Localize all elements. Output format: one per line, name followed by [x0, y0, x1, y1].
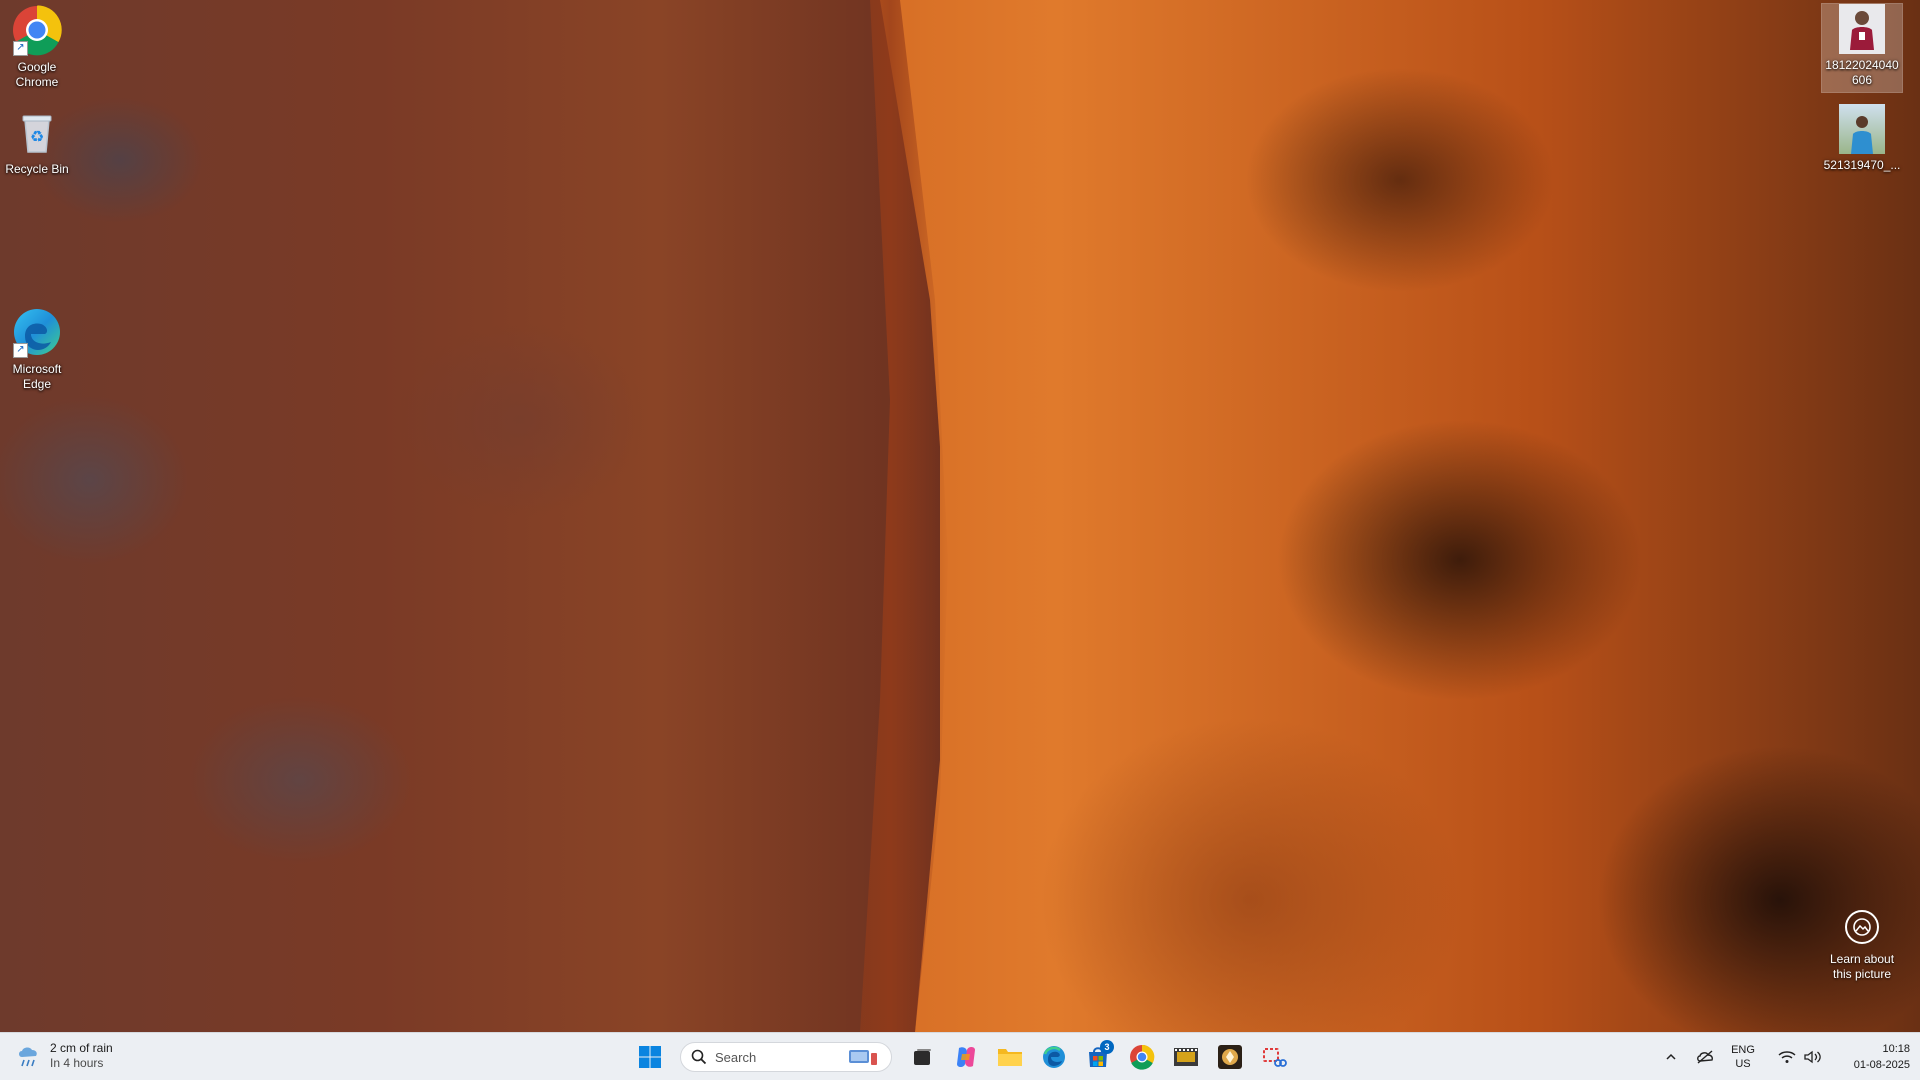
shortcut-arrow-icon: ↗ [13, 343, 28, 358]
lang-bottom: US [1735, 1058, 1751, 1070]
file-explorer-button[interactable] [992, 1039, 1028, 1075]
store-notification-badge: 3 [1100, 1040, 1114, 1054]
wallpaper-left-terrain [0, 0, 940, 1032]
task-view-button[interactable] [904, 1039, 940, 1075]
copilot-icon [957, 1047, 975, 1067]
edge-icon [1043, 1046, 1065, 1068]
edge-icon: ↗ [11, 306, 63, 358]
chrome-icon: ↗ [11, 4, 63, 56]
game-app-button[interactable] [1212, 1039, 1248, 1075]
quick-settings-button[interactable] [1768, 1041, 1832, 1073]
chrome-icon [1130, 1044, 1155, 1070]
onedrive-offline-icon [1697, 1050, 1713, 1064]
desktop-icon-label: Google Chrome [15, 60, 59, 89]
desktop-icon-photo-521319470[interactable]: 521319470_... [1822, 104, 1902, 173]
system-tray: ENG US 10:18 01-08-2025 [1658, 1033, 1910, 1080]
desktop-icon-label: Microsoft Edge [12, 362, 62, 391]
weather-title: 2 cm of rain [50, 1041, 113, 1055]
recycle-bin-icon: ♻ [11, 106, 63, 158]
clock-date-text: 01-08-2025 [1853, 1059, 1910, 1071]
clock-date[interactable]: 10:18 01-08-2025 [1840, 1041, 1910, 1073]
desktop-icon-label: 18122024040606 [1825, 58, 1899, 87]
input-language-indicator[interactable]: ENG US [1726, 1043, 1760, 1071]
clock-time: 10:18 [1882, 1043, 1910, 1055]
copilot-button[interactable] [948, 1039, 984, 1075]
snipping-tool-button[interactable] [1256, 1039, 1292, 1075]
show-hidden-icons-button[interactable] [1658, 1041, 1684, 1073]
video-editor-button[interactable] [1168, 1039, 1204, 1075]
onedrive-status-button[interactable] [1692, 1041, 1718, 1073]
lang-top: ENG [1731, 1044, 1755, 1056]
snipping-tool-icon [1263, 1048, 1287, 1067]
image-thumbnail-icon [1839, 4, 1885, 54]
weather-subtitle: In 4 hours [50, 1056, 104, 1070]
volume-icon [1804, 1050, 1821, 1064]
chrome-taskbar-button[interactable] [1124, 1039, 1160, 1075]
spotlight-icon [1845, 910, 1879, 944]
desktop-icon-microsoft-edge[interactable]: ↗ Microsoft Edge [0, 306, 77, 392]
desktop-icon-photo-18122024040606[interactable]: 18122024040606 [1821, 3, 1903, 93]
desktop-icon-google-chrome[interactable]: ↗ Google Chrome [0, 4, 77, 90]
rain-cloud-icon [19, 1047, 37, 1067]
windows-logo-icon [639, 1046, 661, 1068]
taskbar-app-area: Search 3 [632, 1039, 1292, 1075]
search-placeholder: Search [715, 1049, 757, 1065]
image-thumbnail-icon [1839, 104, 1885, 154]
wifi-icon [1778, 1051, 1796, 1063]
chevron-up-icon [1666, 1053, 1676, 1060]
learn-line1: Learn about [1829, 952, 1895, 966]
folder-icon [998, 1049, 1022, 1066]
learn-line2: this picture [1832, 967, 1892, 981]
taskbar: 2 cm of rain In 4 hours Search 3 ENG US … [0, 1032, 1920, 1080]
microsoft-store-button[interactable]: 3 [1080, 1039, 1116, 1075]
svg-text:♻: ♻ [30, 127, 44, 146]
desktop-icon-recycle-bin[interactable]: ♻ Recycle Bin [0, 106, 77, 177]
search-highlight-icon [849, 1050, 877, 1065]
taskbar-search-box[interactable]: Search [680, 1042, 892, 1072]
shortcut-arrow-icon: ↗ [13, 41, 28, 56]
game-app-icon [1218, 1045, 1242, 1069]
learn-about-picture[interactable]: Learn about this picture [1820, 910, 1904, 982]
start-button[interactable] [632, 1039, 668, 1075]
film-strip-icon [1174, 1048, 1198, 1066]
task-view-icon [914, 1049, 931, 1065]
weather-widget[interactable]: 2 cm of rain In 4 hours [14, 1041, 113, 1071]
desktop-icon-label: 521319470_... [1823, 158, 1901, 172]
desktop-wallpaper [0, 0, 1920, 1032]
search-icon [691, 1049, 707, 1065]
desktop-icon-label: Recycle Bin [5, 162, 69, 176]
edge-taskbar-button[interactable] [1036, 1039, 1072, 1075]
